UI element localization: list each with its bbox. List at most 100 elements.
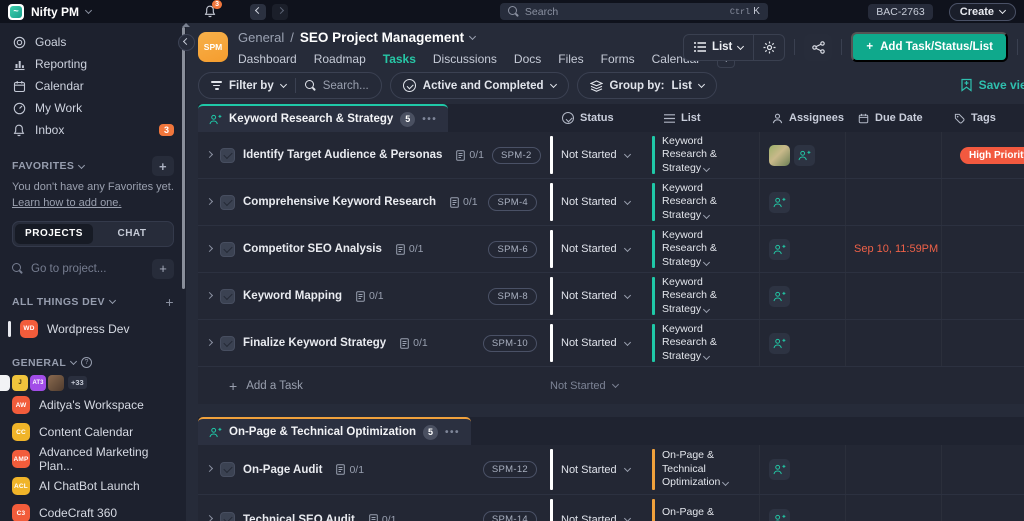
due-date-cell[interactable]: [846, 445, 942, 494]
filter-by-button[interactable]: Filter by: [211, 80, 287, 92]
task-name[interactable]: Comprehensive Keyword Research: [243, 196, 436, 208]
task-name[interactable]: Technical SEO Audit: [243, 514, 355, 521]
due-date-cell[interactable]: Sep 10, 11:59PM: [846, 226, 942, 272]
status-cell[interactable]: Not Started: [550, 273, 652, 319]
expand-row-icon[interactable]: [205, 464, 214, 473]
favorites-learn-link[interactable]: Learn how to add one.: [12, 197, 174, 209]
tags-cell[interactable]: [942, 445, 1024, 494]
task-checkbox[interactable]: [220, 241, 235, 257]
list-cell[interactable]: Keyword Research & Strategy: [652, 320, 760, 366]
task-checkbox[interactable]: [220, 147, 235, 163]
notifications-button[interactable]: 3: [204, 0, 222, 18]
tags-cell[interactable]: [942, 226, 1024, 272]
create-button[interactable]: Create: [948, 2, 1016, 21]
list-cell[interactable]: On-Page & Technical Optimization: [652, 445, 760, 494]
project-item-codecraft[interactable]: C3 CodeCraft 360: [0, 501, 186, 521]
breadcrumb-root[interactable]: General: [238, 30, 284, 45]
project-item-content-calendar[interactable]: CC Content Calendar: [0, 420, 186, 445]
add-favorite-button[interactable]: +: [152, 156, 174, 176]
all-things-dev-header[interactable]: ALL THINGS DEV +: [12, 294, 174, 310]
group-menu-button[interactable]: •••: [422, 114, 437, 125]
status-cell[interactable]: Not Started: [550, 132, 652, 178]
save-view-button[interactable]: Save view: [960, 78, 1024, 92]
task-checkbox[interactable]: [220, 335, 235, 351]
task-name[interactable]: Finalize Keyword Strategy: [243, 337, 386, 349]
task-checkbox[interactable]: [220, 512, 235, 521]
expand-row-icon[interactable]: [205, 514, 214, 521]
status-cell[interactable]: Not Started: [550, 226, 652, 272]
assignees-cell[interactable]: [760, 132, 846, 178]
due-date-cell[interactable]: [846, 132, 942, 178]
tags-cell[interactable]: [942, 179, 1024, 225]
add-task-status[interactable]: Not Started: [550, 380, 652, 392]
tags-cell[interactable]: [942, 495, 1024, 521]
add-to-portfolio-button[interactable]: +: [165, 294, 174, 310]
share-button[interactable]: [804, 33, 833, 61]
sidebar-scrollbar[interactable]: [182, 27, 185, 289]
page-title[interactable]: SEO Project Management: [300, 30, 464, 45]
task-row[interactable]: Keyword Mapping 0/1 SPM-8 Not Started Ke…: [198, 273, 1024, 320]
assignees-cell[interactable]: [760, 179, 846, 225]
task-row[interactable]: Comprehensive Keyword Research 0/1 SPM-4…: [198, 179, 1024, 226]
list-cell[interactable]: Keyword Research & Strategy: [652, 179, 760, 225]
tab-dashboard[interactable]: Dashboard: [238, 52, 297, 66]
due-date-cell[interactable]: [846, 273, 942, 319]
tab-docs[interactable]: Docs: [514, 52, 541, 66]
assignees-cell[interactable]: [760, 273, 846, 319]
group-tab-keyword-research[interactable]: Keyword Research & Strategy 5 •••: [198, 104, 449, 132]
task-checkbox[interactable]: [220, 462, 235, 477]
add-assignee-button[interactable]: [769, 509, 790, 521]
add-assignee-button[interactable]: [769, 332, 790, 354]
task-row[interactable]: Identify Target Audience & Personas 0/1 …: [198, 132, 1024, 179]
column-header-status[interactable]: Status: [550, 104, 652, 132]
project-item-advanced-marketing[interactable]: AMP Advanced Marketing Plan...: [0, 445, 186, 473]
task-row[interactable]: Finalize Keyword Strategy 0/1 SPM-10 Not…: [198, 320, 1024, 367]
assignees-cell[interactable]: [760, 445, 846, 494]
expand-row-icon[interactable]: [205, 338, 214, 346]
expand-row-icon[interactable]: [205, 291, 214, 299]
task-row[interactable]: Competitor SEO Analysis 0/1 SPM-6 Not St…: [198, 226, 1024, 273]
add-assignee-button[interactable]: [769, 285, 790, 307]
add-task-row[interactable]: + Add a Task Not Started: [198, 367, 1024, 404]
sidebar-item-inbox[interactable]: Inbox 3: [0, 119, 186, 141]
list-cell[interactable]: Keyword Research & Strategy: [652, 226, 760, 272]
status-cell[interactable]: Not Started: [550, 320, 652, 366]
help-icon[interactable]: ?: [81, 357, 93, 369]
tab-chat[interactable]: CHAT: [93, 224, 171, 244]
task-name[interactable]: On-Page Audit: [243, 464, 322, 476]
task-checkbox[interactable]: [220, 288, 235, 304]
due-date-cell[interactable]: [846, 320, 942, 366]
due-date-cell[interactable]: [846, 495, 942, 521]
tab-forms[interactable]: Forms: [601, 52, 635, 66]
status-cell[interactable]: Not Started: [550, 179, 652, 225]
add-assignee-button[interactable]: [794, 144, 815, 166]
tab-discussions[interactable]: Discussions: [433, 52, 497, 66]
tab-files[interactable]: Files: [558, 52, 583, 66]
task-row[interactable]: Technical SEO Audit 0/1 SPM-14 Not Start…: [198, 495, 1024, 521]
list-cell[interactable]: On-Page & Technical: [652, 495, 760, 521]
column-header-due-date[interactable]: Due Date: [846, 104, 942, 132]
sidebar-item-reporting[interactable]: Reporting: [0, 53, 186, 75]
due-date-cell[interactable]: [846, 179, 942, 225]
history-back-button[interactable]: [250, 3, 266, 20]
app-brand[interactable]: ~ Nifty PM: [8, 3, 186, 20]
sidebar-resize-caret[interactable]: [182, 23, 190, 27]
task-name[interactable]: Identify Target Audience & Personas: [243, 149, 442, 161]
task-row[interactable]: On-Page Audit 0/1 SPM-12 Not Started On-…: [198, 445, 1024, 495]
go-to-project-input[interactable]: Go to project... +: [12, 258, 174, 279]
expand-row-icon[interactable]: [205, 197, 214, 205]
tags-cell[interactable]: [942, 320, 1024, 366]
add-assignee-button[interactable]: [769, 191, 790, 213]
scope-filter-button[interactable]: Active and Completed: [389, 72, 569, 99]
expand-row-icon[interactable]: [205, 150, 214, 158]
sidebar-item-calendar[interactable]: Calendar: [0, 75, 186, 97]
sidebar-item-my-work[interactable]: My Work: [0, 97, 186, 119]
task-checkbox[interactable]: [220, 194, 235, 210]
status-cell[interactable]: Not Started: [550, 445, 652, 494]
view-settings-button[interactable]: [754, 41, 784, 54]
project-item-wordpress-dev[interactable]: WD Wordpress Dev: [0, 316, 186, 342]
portfolio-members[interactable]: J AT3 +33: [0, 374, 186, 391]
add-assignee-button[interactable]: [769, 459, 790, 480]
tags-cell[interactable]: [942, 273, 1024, 319]
general-header[interactable]: GENERAL ?: [12, 357, 174, 369]
